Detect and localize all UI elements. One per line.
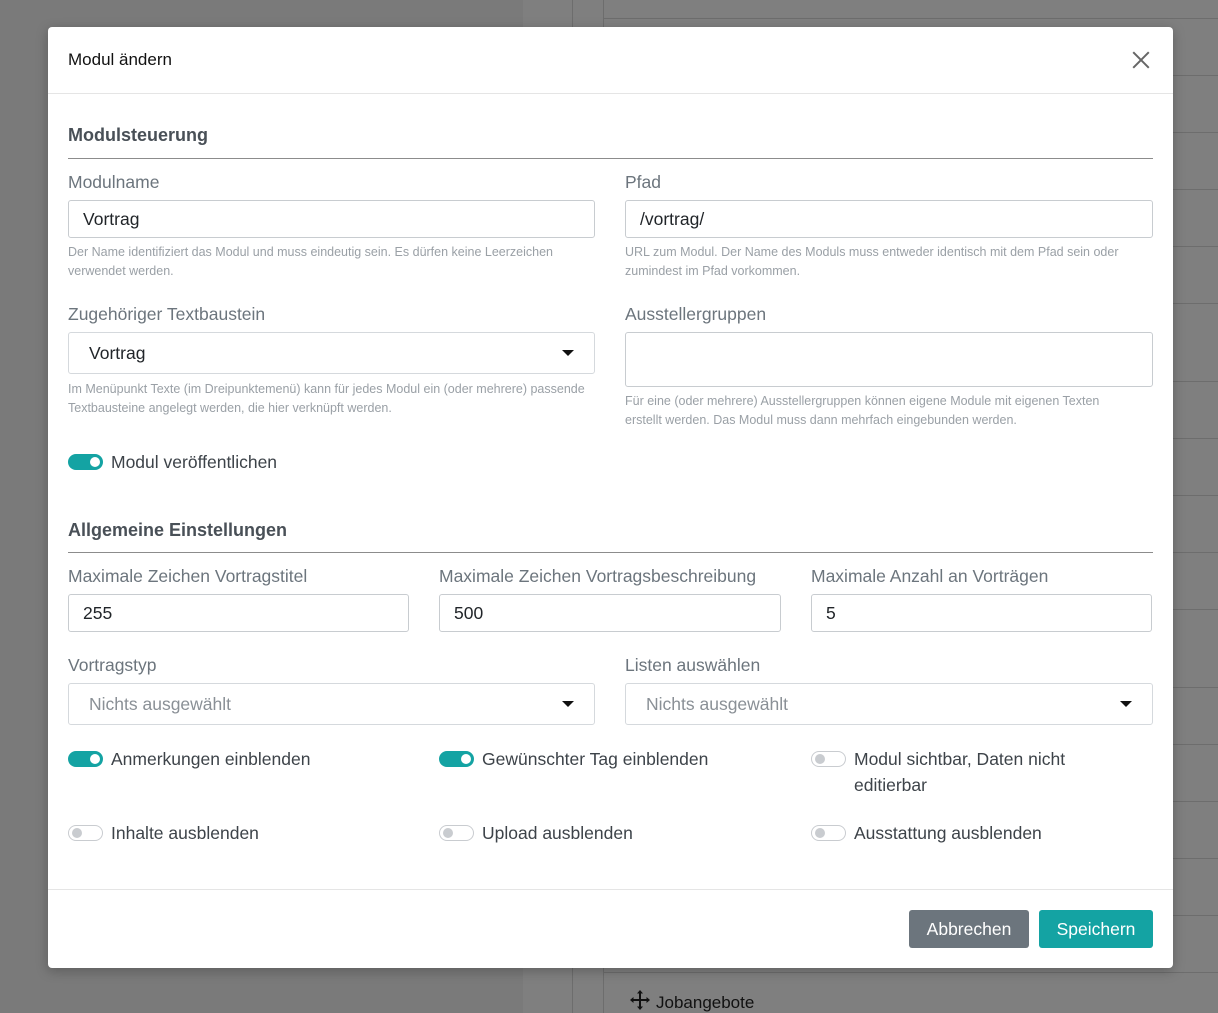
- cancel-button[interactable]: Abbrechen: [909, 910, 1029, 948]
- hide-upload-label: Upload ausblenden: [482, 823, 633, 843]
- talk-type-placeholder: Nichts ausgewählt: [89, 693, 232, 714]
- lists-placeholder: Nichts ausgewählt: [646, 693, 789, 714]
- hide-content-toggle[interactable]: Inhalte ausblenden: [68, 820, 259, 846]
- caret-down-icon: [1120, 701, 1132, 707]
- background-list-item-label: Jobangebote: [656, 992, 755, 1012]
- show-notes-label: Anmerkungen einblenden: [111, 749, 311, 769]
- text-block-label: Zugehöriger Textbaustein: [68, 304, 266, 324]
- close-icon[interactable]: [1129, 48, 1153, 72]
- exhibitor-groups-help: Für eine (oder mehrere) Ausstellergruppe…: [625, 394, 1100, 427]
- hide-upload-toggle[interactable]: Upload ausblenden: [439, 820, 633, 846]
- save-button[interactable]: Speichern: [1039, 910, 1153, 948]
- section-title-general-settings: Allgemeine Einstellungen: [68, 520, 288, 540]
- toggle-switch[interactable]: [439, 825, 474, 841]
- talk-type-select[interactable]: Nichts ausgewählt: [68, 683, 595, 725]
- caret-down-icon: [562, 701, 574, 707]
- module-name-label: Modulname: [68, 172, 160, 192]
- toggle-switch[interactable]: [811, 751, 846, 767]
- section-divider: [68, 552, 1153, 553]
- text-block-help: Im Menüpunkt Texte (im Dreipunktemenü) k…: [68, 382, 585, 415]
- path-input[interactable]: /vortrag/: [625, 200, 1153, 238]
- move-arrows-icon[interactable]: [628, 988, 652, 1013]
- hide-equipment-toggle[interactable]: Ausstattung ausblenden: [811, 820, 1042, 846]
- section-title-module-control: Modulsteuerung: [68, 125, 208, 145]
- show-preferred-day-toggle[interactable]: Gewünschter Tag einblenden: [439, 746, 708, 772]
- show-preferred-day-label: Gewünschter Tag einblenden: [482, 749, 709, 769]
- background-list-item-jobs[interactable]: Jobangebote: [628, 988, 754, 1013]
- text-block-selected-value: Vortrag: [89, 342, 146, 363]
- path-label: Pfad: [625, 172, 661, 192]
- background-row-divider: [603, 972, 1218, 973]
- max-talks-input[interactable]: 5: [811, 594, 1152, 632]
- max-desc-chars-input[interactable]: 500: [439, 594, 781, 632]
- hide-content-label: Inhalte ausblenden: [111, 823, 259, 843]
- show-notes-toggle[interactable]: Anmerkungen einblenden: [68, 746, 310, 772]
- module-readonly-label: Modul sichtbar, Daten nicht editierbar: [854, 749, 1066, 795]
- toggle-switch[interactable]: [811, 825, 846, 841]
- section-divider: [68, 158, 1153, 159]
- module-readonly-toggle[interactable]: Modul sichtbar, Daten nicht editierbar: [811, 746, 1111, 798]
- max-talks-label: Maximale Anzahl an Vorträgen: [811, 566, 1049, 586]
- toggle-switch[interactable]: [439, 751, 474, 767]
- exhibitor-groups-input[interactable]: [625, 332, 1153, 387]
- module-name-input[interactable]: Vortrag: [68, 200, 595, 238]
- caret-down-icon: [562, 350, 574, 356]
- lists-label: Listen auswählen: [625, 655, 761, 675]
- text-block-select[interactable]: Vortrag: [68, 332, 595, 374]
- toggle-switch[interactable]: [68, 454, 103, 470]
- hide-equipment-label: Ausstattung ausblenden: [854, 823, 1042, 843]
- dialog-footer: Abbrechen Speichern: [48, 889, 1173, 968]
- toggle-switch[interactable]: [68, 751, 103, 767]
- path-help: URL zum Modul. Der Name des Moduls muss …: [625, 245, 1119, 278]
- max-title-chars-input[interactable]: 255: [68, 594, 409, 632]
- dialog-title: Modul ändern: [68, 50, 172, 69]
- module-name-help: Der Name identifiziert das Modul und mus…: [68, 245, 553, 278]
- exhibitor-groups-label: Ausstellergruppen: [625, 304, 767, 324]
- max-desc-chars-label: Maximale Zeichen Vortragsbeschreibung: [439, 566, 757, 586]
- publish-module-toggle[interactable]: Modul veröffentlichen: [68, 449, 277, 475]
- toggle-switch[interactable]: [68, 825, 103, 841]
- background-row-divider: [603, 18, 1218, 19]
- lists-select[interactable]: Nichts ausgewählt: [625, 683, 1153, 725]
- publish-module-label: Modul veröffentlichen: [111, 452, 278, 472]
- edit-module-dialog: Modul ändern Modulsteuerung Modulname Vo…: [48, 27, 1173, 968]
- dialog-header: Modul ändern: [48, 27, 1173, 94]
- talk-type-label: Vortragstyp: [68, 655, 157, 675]
- max-title-chars-label: Maximale Zeichen Vortragstitel: [68, 566, 308, 586]
